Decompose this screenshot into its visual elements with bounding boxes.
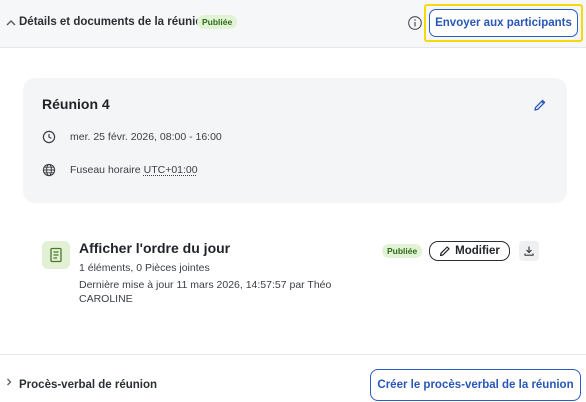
meeting-datetime: mer. 25 févr. 2026, 08:00 - 16:00	[70, 131, 222, 143]
minutes-section-header[interactable]: Procès-verbal de réunion Créer le procès…	[0, 354, 586, 402]
meeting-info-card: Réunion 4 mer. 25 févr. 2026, 08:00 - 16…	[23, 78, 567, 203]
send-to-participants-button[interactable]: Envoyer aux participants	[429, 9, 578, 37]
section-title: Détails et documents de la réunion	[19, 16, 210, 28]
pencil-icon	[440, 246, 450, 257]
globe-icon	[42, 163, 56, 177]
status-badge: Publiée	[197, 15, 238, 29]
agenda-document-icon	[42, 241, 70, 269]
agenda-updated-line2: CAROLINE	[79, 293, 133, 305]
agenda-updated-line1: Dernière mise à jour 11 mars 2026, 14:57…	[79, 279, 332, 291]
minutes-title: Procès-verbal de réunion	[19, 379, 158, 391]
timezone-label: Fuseau horaire	[70, 164, 141, 176]
send-button-highlight: Envoyer aux participants	[424, 4, 583, 42]
agenda-counts: 1 éléments, 0 Pièces jointes	[79, 262, 210, 274]
create-minutes-button[interactable]: Créer le procès-verbal de la réunion	[370, 369, 581, 401]
meeting-datetime-row: mer. 25 févr. 2026, 08:00 - 16:00	[42, 130, 222, 144]
document-icon	[50, 247, 62, 263]
agenda-title[interactable]: Afficher l'ordre du jour	[79, 240, 230, 256]
chevron-up-icon[interactable]	[5, 16, 17, 30]
clock-icon	[42, 130, 56, 144]
info-icon[interactable]	[407, 15, 423, 31]
pencil-icon[interactable]	[533, 98, 547, 112]
download-icon	[524, 246, 534, 256]
modify-label: Modifier	[455, 245, 500, 257]
meeting-timezone-row: Fuseau horaire UTC+01:00	[42, 163, 198, 177]
chevron-right-icon[interactable]	[5, 377, 13, 387]
agenda-status-badge: Publiée	[382, 244, 423, 258]
modify-agenda-button[interactable]: Modifier	[429, 241, 510, 261]
timezone-value[interactable]: UTC+01:00	[144, 164, 198, 176]
download-agenda-button[interactable]	[519, 241, 539, 261]
details-section-header[interactable]: Détails et documents de la réunion Publi…	[0, 0, 586, 48]
meeting-title: Réunion 4	[42, 96, 110, 112]
